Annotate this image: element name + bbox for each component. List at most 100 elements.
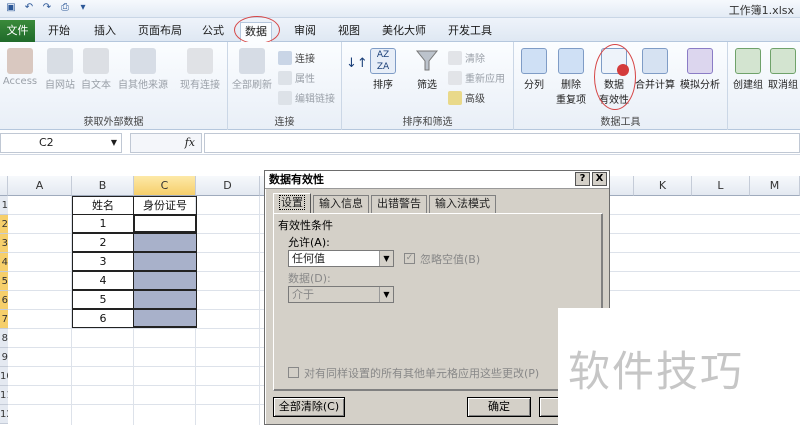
active-cell-c2[interactable]: [133, 214, 197, 233]
table-cell[interactable]: 4: [72, 271, 134, 290]
column-header-c[interactable]: C: [134, 176, 196, 196]
gridline: [259, 196, 260, 425]
sort-button[interactable]: AZ ZA 排序: [368, 48, 398, 91]
row-header-9[interactable]: 9: [0, 348, 8, 367]
column-header-a[interactable]: A: [8, 176, 72, 196]
tab-settings[interactable]: 设置: [273, 193, 311, 213]
row-header-12[interactable]: 12: [0, 405, 8, 424]
table-cell[interactable]: 1: [72, 214, 134, 233]
what-if-analysis-button[interactable]: 模拟分析: [676, 48, 724, 91]
dialog-title: 数据有效性: [265, 171, 609, 189]
tab-page-layout[interactable]: 页面布局: [134, 22, 186, 42]
tab-beautify-master[interactable]: 美化大师: [378, 22, 430, 42]
customize-icon[interactable]: ▾: [76, 1, 90, 15]
column-header-m[interactable]: M: [750, 176, 800, 196]
insert-function-button[interactable]: fx: [130, 133, 202, 153]
column-header-l[interactable]: L: [692, 176, 750, 196]
row-header-2[interactable]: 2: [0, 215, 8, 234]
chevron-down-icon: ▼: [379, 287, 393, 302]
data-select[interactable]: 介于 ▼: [288, 286, 394, 303]
remove-duplicates-button[interactable]: 删除 重复项: [554, 48, 588, 106]
allow-select[interactable]: 任何值 ▼: [288, 250, 394, 267]
tab-input-message[interactable]: 输入信息: [313, 195, 369, 213]
existing-connections-button[interactable]: 现有连接: [176, 48, 224, 91]
ignore-blank-label: 忽略空值(B): [420, 253, 481, 266]
selected-cell[interactable]: [133, 252, 197, 271]
group-label: 数据工具: [600, 117, 641, 128]
ribbon-tabs: 文件 开始 插入 页面布局 公式 数据 审阅 视图 美化大师 开发工具: [0, 16, 800, 44]
group-button[interactable]: 创建组: [730, 48, 766, 91]
selected-cell[interactable]: [133, 271, 197, 290]
name-box[interactable]: C2 ▼: [0, 133, 122, 153]
dialog-title-buttons: ? X: [575, 172, 607, 186]
group-data-tools: 分列 删除 重复项 数据 有效性 合并计算 模拟分析 数据工具: [514, 42, 728, 130]
ungroup-button[interactable]: 取消组: [766, 48, 800, 91]
tab-ime-mode[interactable]: 输入法模式: [429, 195, 496, 213]
row-header-11[interactable]: 11: [0, 386, 8, 405]
column-header-b[interactable]: B: [72, 176, 134, 196]
print-preview-icon[interactable]: ⎙: [58, 1, 72, 15]
table-cell[interactable]: 2: [72, 233, 134, 252]
ignore-blank-checkbox[interactable]: ✓: [404, 253, 415, 264]
properties-button[interactable]: 属性: [278, 70, 315, 85]
row-header-3[interactable]: 3: [0, 234, 8, 253]
tab-file[interactable]: 文件: [0, 20, 35, 42]
selected-cell[interactable]: [133, 290, 197, 309]
row-header-8[interactable]: 8: [0, 329, 8, 348]
reapply-button[interactable]: 重新应用: [448, 70, 505, 85]
undo-icon[interactable]: ↶: [22, 1, 36, 15]
tab-insert[interactable]: 插入: [90, 22, 120, 42]
group-label: 获取外部数据: [83, 117, 144, 128]
quick-access-toolbar: ▣ ↶ ↷ ⎙ ▾: [4, 1, 90, 15]
row-header-10[interactable]: 10: [0, 367, 8, 386]
clear-all-button[interactable]: 全部清除(C): [273, 397, 345, 417]
from-web-button[interactable]: 自网站: [42, 48, 78, 91]
selected-cell[interactable]: [133, 309, 197, 328]
select-all-corner[interactable]: [0, 176, 8, 196]
header-name-cell[interactable]: 姓名: [72, 196, 134, 215]
consolidate-button[interactable]: 合并计算: [634, 48, 676, 91]
refresh-all-button[interactable]: 全部刷新: [230, 48, 274, 91]
redo-icon[interactable]: ↷: [40, 1, 54, 15]
other-sources-icon: [130, 48, 156, 74]
column-header-d[interactable]: D: [196, 176, 260, 196]
sort-asc-desc-button[interactable]: ↓↑: [346, 56, 368, 71]
tab-review[interactable]: 审阅: [290, 22, 320, 42]
column-header-k[interactable]: K: [634, 176, 692, 196]
group-outline: 创建组 取消组: [728, 42, 800, 130]
table-cell[interactable]: 6: [72, 309, 134, 328]
close-button[interactable]: X: [592, 172, 607, 186]
edit-links-button[interactable]: 编辑链接: [278, 90, 335, 105]
from-other-sources-button[interactable]: 自其他来源: [114, 48, 172, 91]
row-header-5[interactable]: 5: [0, 272, 8, 291]
row-header-4[interactable]: 4: [0, 253, 8, 272]
text-to-columns-button[interactable]: 分列: [518, 48, 550, 91]
advanced-filter-button[interactable]: 高级: [448, 90, 485, 105]
formula-input[interactable]: [204, 133, 800, 153]
table-cell[interactable]: 5: [72, 290, 134, 309]
tab-home[interactable]: 开始: [44, 22, 74, 42]
advanced-icon: [448, 90, 462, 105]
help-button[interactable]: ?: [575, 172, 590, 186]
tab-developer[interactable]: 开发工具: [444, 22, 496, 42]
from-access-button[interactable]: Access: [2, 48, 38, 87]
table-cell[interactable]: 3: [72, 252, 134, 271]
selected-cell[interactable]: [133, 233, 197, 252]
filter-button[interactable]: 筛选: [412, 48, 442, 91]
access-icon: [7, 48, 33, 74]
clear-filter-button[interactable]: 清除: [448, 50, 485, 65]
tab-error-alert[interactable]: 出错警告: [371, 195, 427, 213]
from-text-button[interactable]: 自文本: [78, 48, 114, 91]
row-header-7[interactable]: 7: [0, 310, 8, 329]
row-header-1[interactable]: 1: [0, 196, 8, 215]
ok-button[interactable]: 确定: [467, 397, 531, 417]
consolidate-icon: [642, 48, 668, 74]
save-icon[interactable]: ▣: [4, 1, 18, 15]
ribbon: Access 自网站 自文本 自其他来源 现有连接 获取外部数据 全部刷新 连接: [0, 42, 800, 130]
header-id-cell[interactable]: 身份证号: [133, 196, 197, 215]
connections-button[interactable]: 连接: [278, 50, 315, 65]
apply-to-all-checkbox[interactable]: [288, 367, 299, 378]
row-header-6[interactable]: 6: [0, 291, 8, 310]
tab-view[interactable]: 视图: [334, 22, 364, 42]
tab-formulas[interactable]: 公式: [198, 22, 228, 42]
